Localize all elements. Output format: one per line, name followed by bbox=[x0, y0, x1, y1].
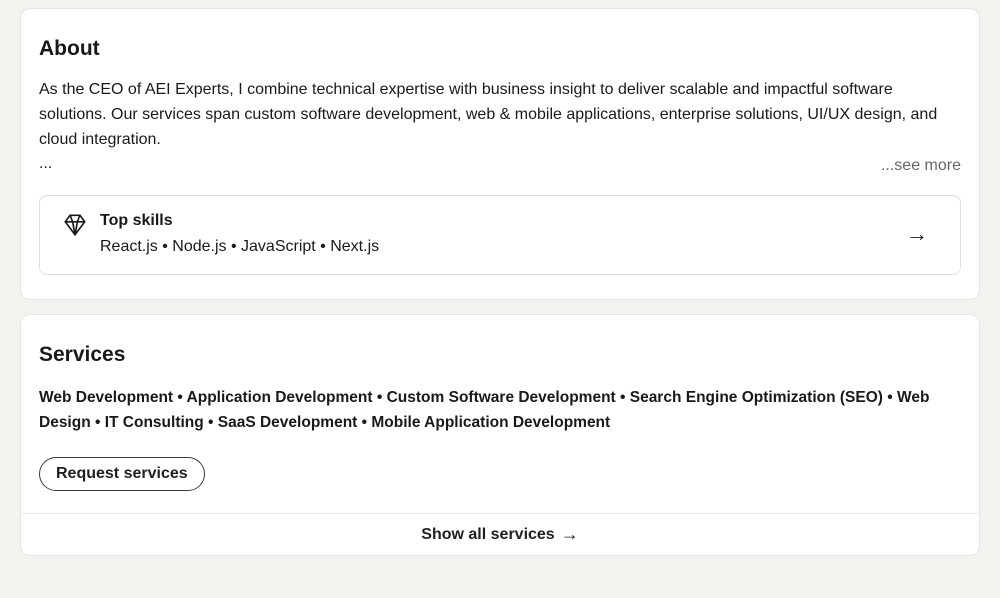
about-title: About bbox=[39, 9, 961, 63]
arrow-right-icon: → bbox=[906, 223, 928, 245]
top-skills-list: React.js • Node.js • JavaScript • Next.j… bbox=[100, 235, 906, 259]
show-all-services-label: Show all services bbox=[421, 526, 554, 544]
diamond-icon bbox=[62, 212, 88, 243]
services-card: Services Web Development • Application D… bbox=[20, 314, 980, 556]
about-paragraph: As the CEO of AEI Experts, I combine tec… bbox=[39, 77, 961, 152]
top-skills-title: Top skills bbox=[100, 209, 906, 233]
about-truncation-row: ... ...see more bbox=[39, 153, 961, 175]
arrow-right-icon: → bbox=[561, 524, 579, 545]
services-title: Services bbox=[39, 315, 961, 369]
top-skills-text: Top skills React.js • Node.js • JavaScri… bbox=[100, 209, 906, 259]
about-card: About As the CEO of AEI Experts, I combi… bbox=[20, 8, 980, 300]
truncation-ellipsis: ... bbox=[39, 153, 52, 175]
show-all-services-link[interactable]: Show all services → bbox=[21, 513, 979, 555]
request-services-button[interactable]: Request services bbox=[39, 457, 205, 491]
see-more-link[interactable]: ...see more bbox=[881, 157, 961, 175]
services-list: Web Development • Application Developmen… bbox=[39, 385, 961, 435]
top-skills-card[interactable]: Top skills React.js • Node.js • JavaScri… bbox=[39, 195, 961, 275]
